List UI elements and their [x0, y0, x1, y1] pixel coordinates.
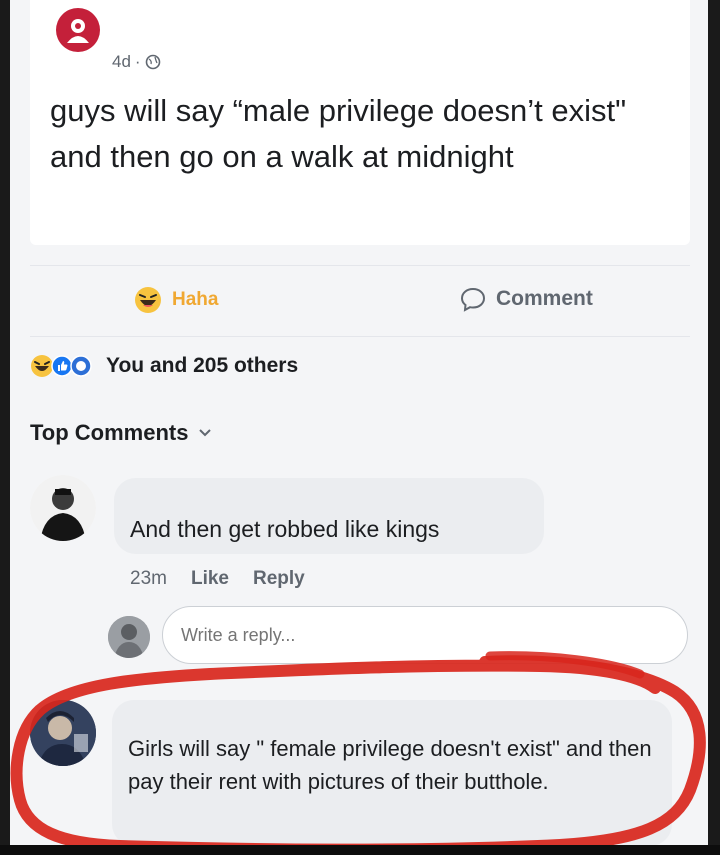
comment-1-bubble: And then get robbed like kings — [114, 478, 544, 554]
commenter-1-name-redacted — [132, 490, 512, 500]
reaction-icons — [30, 354, 92, 378]
poster-avatar[interactable] — [56, 8, 100, 52]
comment-1-reply-button[interactable]: Reply — [253, 568, 305, 590]
reactions-summary[interactable]: You and 205 others — [30, 354, 298, 378]
comment-bubble-icon — [460, 287, 486, 312]
commenter-1-photo — [30, 475, 96, 541]
post-time[interactable]: 4d — [112, 52, 131, 72]
current-user-avatar — [108, 616, 150, 658]
meta-separator: · — [134, 52, 141, 71]
reactions-count-text: You and 205 others — [106, 354, 299, 377]
globe-icon — [145, 54, 160, 70]
top-comments-label: Top Comments — [30, 420, 189, 445]
commenter-2-photo — [30, 700, 96, 766]
haha-emoji-icon — [135, 287, 161, 313]
bottom-frame-border — [0, 845, 720, 855]
comment-1-text: And then get robbed like kings — [130, 516, 440, 542]
comment-2-bubble: Girls will say " female privilege doesn'… — [112, 700, 672, 846]
left-frame-border — [0, 0, 10, 855]
comment-2-text: Girls will say " female privilege doesn'… — [128, 736, 652, 794]
post-text: guys will say “male privilege doesn’t ex… — [50, 93, 627, 174]
post-action-bar: Haha Comment — [30, 265, 690, 337]
comment-button[interactable]: Comment — [460, 286, 593, 312]
haha-button[interactable]: Haha — [134, 286, 218, 314]
commenter-1-avatar[interactable] — [30, 475, 96, 541]
commenter-2-name-redacted — [122, 708, 322, 728]
current-user-photo — [108, 616, 150, 658]
comment-label: Comment — [496, 287, 593, 310]
poster-avatar-icon — [67, 19, 89, 43]
poster-name-redacted — [112, 10, 232, 24]
chevron-down-icon — [199, 429, 212, 437]
love-reaction-icon — [70, 355, 92, 377]
post-meta: 4d · — [112, 52, 161, 72]
comment-1-time[interactable]: 23m — [130, 568, 167, 590]
right-frame-border — [708, 0, 720, 855]
post-card: 4d · guys will say “male privilege doesn… — [30, 0, 690, 245]
haha-label: Haha — [172, 289, 219, 310]
comment-1-actions: 23m Like Reply — [130, 568, 305, 590]
comment-1-like-button[interactable]: Like — [191, 568, 229, 590]
top-comments-filter[interactable]: Top Comments — [30, 420, 212, 446]
reply-input[interactable] — [162, 606, 688, 664]
commenter-2-avatar[interactable] — [30, 700, 96, 766]
